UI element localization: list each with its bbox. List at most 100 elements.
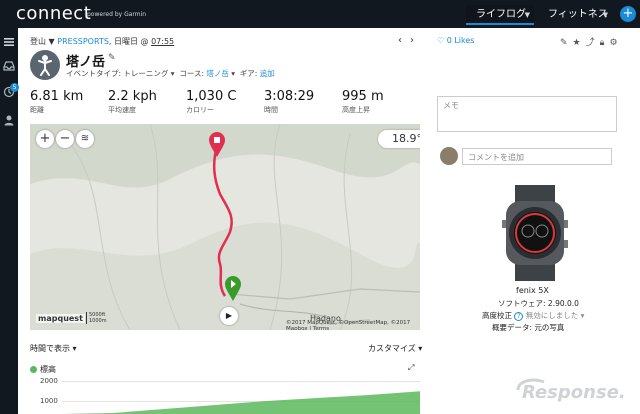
stat-calories: 1,030 C カロリー	[186, 89, 236, 115]
stat-label: 平均速度	[108, 106, 136, 114]
share-icon[interactable]: ⤴	[586, 38, 600, 48]
add-gear-link[interactable]: 追加	[260, 69, 275, 78]
add-button[interactable]: +	[620, 6, 636, 22]
stat-value: 3:08:29	[264, 89, 315, 104]
play-route-button[interactable]: ▶	[220, 307, 238, 325]
edit-pencil-icon[interactable]: ✎	[560, 38, 573, 48]
legend-dot	[30, 366, 37, 373]
activity-meta: イベントタイプ: トレーニング ▾ コース: 塔ノ岳 ▾ ギア: 追加	[66, 69, 275, 78]
help-icon[interactable]: ?	[514, 312, 524, 321]
scale-m: 1000m	[89, 318, 107, 324]
person-icon[interactable]	[3, 114, 15, 126]
star-icon[interactable]: ★	[573, 38, 586, 48]
y-tick-1000: 1000	[40, 397, 58, 405]
activity-category[interactable]: 登山	[30, 37, 46, 46]
software-version: 2.90.0.0	[547, 299, 579, 308]
x-axis-label: 時間で表示	[30, 344, 70, 353]
map-scale: 5000ft 1000m	[86, 312, 107, 324]
device-link[interactable]: PRESSPORTS	[57, 37, 109, 46]
customize-button[interactable]: カスタマイズ ▾	[368, 343, 422, 354]
likes-button[interactable]: ♡ 0 Likes	[437, 36, 474, 45]
software-line: ソフトウェア: 2.90.0.0	[498, 298, 579, 309]
event-type-select[interactable]: トレーニング	[123, 69, 168, 78]
menu-icon[interactable]	[3, 36, 15, 48]
stat-elevation-gain: 995 m 高度上昇	[342, 89, 384, 115]
summary-line: 概要データ: 元の写真	[492, 322, 564, 333]
y-tick-2000: 2000	[40, 377, 58, 385]
activity-breadcrumb: 登山 ▼ PRESSPORTS, 日曜日 @ 07:55	[30, 37, 175, 46]
stat-label: カロリー	[186, 106, 214, 114]
software-label: ソフトウェア:	[498, 299, 546, 308]
course-link[interactable]: 塔ノ岳	[206, 69, 229, 78]
end-pin-icon[interactable]	[208, 132, 226, 158]
zoom-out-button[interactable]: −	[56, 130, 74, 148]
watch-image	[502, 185, 568, 281]
start-pin-icon[interactable]	[224, 276, 242, 302]
hiking-activity-icon	[30, 50, 60, 80]
stat-value: 6.81 km	[30, 89, 84, 104]
device-name: fenix 5X	[516, 286, 549, 295]
tab-fitness-label: フィットネス	[548, 9, 608, 20]
notification-badge: 5	[10, 83, 19, 92]
stat-value: 1,030 C	[186, 89, 237, 104]
summary-value: 元の写真	[534, 323, 565, 332]
summary-label: 概要データ:	[492, 323, 533, 332]
avatar	[440, 147, 458, 165]
chevron-down-icon[interactable]: ▼	[49, 37, 55, 46]
activity-day: 日曜日	[114, 37, 138, 46]
course-label: コース:	[179, 69, 204, 78]
response-watermark: Response.	[516, 378, 626, 403]
stat-value: 2.2 kph	[108, 89, 157, 104]
tab-lifelog[interactable]: ライフログ ▼	[466, 5, 534, 25]
altitude-value[interactable]: 無効にしました	[526, 311, 579, 320]
memo-placeholder: メモ	[443, 101, 459, 110]
gear-icon[interactable]: ⚙	[609, 38, 622, 48]
powered-by-text: powered by Garmin	[87, 11, 147, 18]
stat-label: 高度上昇	[342, 106, 370, 114]
connect-logo[interactable]: connect	[16, 3, 91, 24]
previous-arrow-icon[interactable]: ‹	[398, 35, 410, 46]
stat-label: 距離	[30, 106, 44, 114]
zoom-in-button[interactable]: +	[36, 130, 54, 148]
map-attribution[interactable]: ©2017 MapQuest, ©OpenStreetMap, ©2017 Ma…	[286, 320, 420, 330]
chevron-down-icon: ▼	[602, 11, 608, 19]
elevation-area	[62, 391, 420, 414]
left-sidebar: 5	[0, 28, 19, 414]
weather-badge: 18.9° ☁	[378, 130, 420, 148]
x-axis-select[interactable]: 時間で表示 ▾	[30, 343, 77, 354]
elevation-chart	[62, 391, 420, 414]
route-map[interactable]: + − ≋ 18.9° ☁ ▶ Hadano mapquest 5000ft 1…	[30, 124, 420, 330]
memo-field[interactable]: メモ	[437, 96, 617, 132]
stat-value: 995 m	[342, 89, 384, 104]
comment-placeholder: コメントを追加	[468, 153, 524, 162]
lock-icon[interactable]: 🔒︎	[600, 38, 610, 48]
likes-count: 0 Likes	[446, 36, 475, 45]
activity-pager: ‹›	[398, 35, 422, 46]
altitude-label: 高度校正	[482, 311, 512, 320]
customize-label: カスタマイズ	[368, 344, 416, 353]
tab-fitness[interactable]: フィットネス ▼	[540, 5, 612, 25]
chevron-down-icon[interactable]: ▾	[581, 311, 585, 320]
next-arrow-icon[interactable]: ›	[410, 35, 422, 46]
stat-time: 3:08:29 時間	[264, 89, 314, 115]
watermark-text: Response.	[522, 382, 626, 403]
comment-field[interactable]: コメントを追加	[462, 148, 612, 165]
top-navigation-bar: connect powered by Garmin ライフログ ▼ フィットネス…	[0, 0, 640, 28]
activity-time[interactable]: 07:55	[151, 37, 174, 46]
series-legend: 標高	[30, 364, 56, 375]
tab-lifelog-label: ライフログ	[476, 9, 526, 20]
altitude-line: 高度校正 ? 無効にしました ▾	[482, 310, 584, 321]
stat-label: 時間	[264, 106, 278, 114]
gear-label: ギア:	[239, 69, 258, 78]
expand-chart-icon[interactable]: ⤢	[408, 363, 414, 373]
stat-avg-speed: 2.2 kph 平均速度	[108, 89, 157, 115]
mapquest-logo: mapquest	[36, 314, 85, 323]
layers-icon[interactable]: ≋	[76, 130, 94, 148]
activity-toolbar: ✎★⤴🔒︎⚙	[560, 35, 623, 48]
event-type-label: イベントタイプ:	[66, 69, 122, 78]
edit-pencil-icon[interactable]: ✎	[108, 53, 116, 63]
chevron-down-icon: ▼	[524, 11, 530, 19]
temperature-text: 18.9°	[392, 132, 420, 145]
inbox-icon[interactable]	[3, 60, 15, 72]
stat-distance: 6.81 km 距離	[30, 89, 83, 115]
